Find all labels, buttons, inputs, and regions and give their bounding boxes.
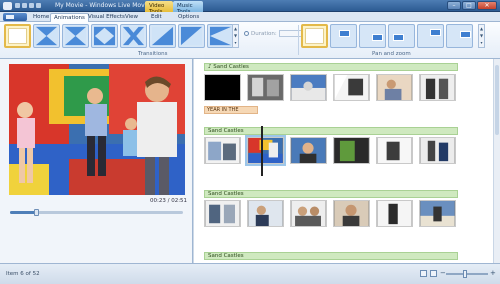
music-clip-bar[interactable]: Sand Castles — [204, 127, 458, 135]
transition-bow-tie[interactable] — [62, 24, 89, 48]
transition-none[interactable] — [4, 24, 31, 48]
preview-pane: 00:23 / 02:51 ◀❙ ❙❙ ❙▶ — [0, 59, 193, 284]
clip-thumbnail[interactable] — [419, 200, 456, 227]
seek-bar[interactable] — [10, 209, 183, 216]
pan-zoom-option-4[interactable] — [417, 24, 444, 48]
zoom-slider[interactable] — [446, 273, 488, 275]
pan-zoom-gallery — [301, 24, 473, 50]
clip-thumbnail[interactable] — [333, 74, 370, 101]
clip-thumbnail[interactable] — [376, 74, 413, 101]
maximize-button[interactable]: □ — [462, 1, 476, 10]
ribbon: ▲ ▼ ▾ Duration: Transitions ▲ ▼ ▾ Pan and zo… — [0, 22, 500, 59]
window-controls: – □ ✕ — [447, 1, 497, 10]
transition-wipe-left[interactable] — [149, 24, 176, 48]
ribbon-tabs: Home Animations Visual Effects View Edit… — [0, 12, 500, 22]
tab-options[interactable]: Options — [175, 13, 202, 22]
close-button[interactable]: ✕ — [477, 1, 497, 10]
pan-zoom-option-2[interactable] — [359, 24, 386, 48]
tab-view[interactable]: View — [122, 13, 141, 22]
clip-thumbnail[interactable] — [376, 200, 413, 227]
video-preview[interactable] — [9, 64, 185, 195]
transitions-gallery-more[interactable]: ▲ ▼ ▾ — [232, 24, 239, 48]
app-logo-icon[interactable] — [3, 2, 12, 10]
group-label-pan-zoom: Pan and zoom — [372, 51, 411, 57]
storyboard-scrollbar[interactable] — [493, 59, 500, 263]
zoom-out-icon[interactable]: − — [440, 269, 446, 277]
clip-thumbnail[interactable] — [247, 200, 284, 227]
title-bar: My Movie - Windows Live Movie Maker Vide… — [0, 0, 500, 15]
pan-zoom-option-5[interactable] — [446, 24, 473, 48]
minimize-button[interactable]: – — [447, 1, 461, 10]
clip-thumbnail[interactable] — [290, 200, 327, 227]
timecode: 00:23 / 02:51 — [150, 198, 188, 204]
pan-zoom-option-3[interactable] — [388, 24, 415, 48]
pan-zoom-gallery-more[interactable]: ▲ ▼ ▾ — [478, 24, 485, 48]
playback-indicator[interactable] — [261, 126, 263, 176]
storyboard: ♪ Sand Castles YEAR IN THE Sand Castles … — [194, 59, 494, 263]
transition-wipe-right[interactable] — [178, 24, 205, 48]
clip-thumbnail[interactable] — [204, 74, 241, 101]
clip-thumbnail[interactable] — [290, 74, 327, 101]
view-icons — [420, 270, 437, 277]
clip-thumbnail[interactable] — [333, 200, 370, 227]
transition-diagonal[interactable] — [207, 24, 234, 48]
status-item-count: Item 6 of 52 — [6, 271, 40, 277]
redo-icon[interactable] — [29, 3, 34, 8]
music-clip-bar[interactable]: ♪ Sand Castles — [204, 63, 458, 71]
clip-thumbnail[interactable] — [247, 74, 284, 101]
tab-animations[interactable]: Animations — [50, 13, 89, 22]
clip-thumbnail[interactable] — [333, 137, 370, 164]
thumbnail-size-icon[interactable] — [430, 270, 437, 277]
undo-icon[interactable] — [22, 3, 27, 8]
monitor-icon[interactable] — [420, 270, 427, 277]
clip-thumbnail[interactable] — [419, 74, 456, 101]
seek-thumb[interactable] — [33, 209, 39, 216]
duration-icon — [244, 31, 249, 36]
clip-thumbnail[interactable] — [204, 137, 241, 164]
transition-cross-fade[interactable] — [33, 24, 60, 48]
quick-access-toolbar — [15, 3, 45, 9]
context-tab-music-tools: Music Tools — [173, 1, 203, 15]
clip-thumbnail[interactable] — [419, 137, 456, 164]
pan-zoom-none[interactable] — [301, 24, 328, 48]
transitions-gallery — [4, 24, 234, 50]
status-bar: Item 6 of 52 − + — [0, 263, 500, 284]
storyboard-scroll-thumb[interactable] — [495, 65, 499, 135]
app-menu-button[interactable] — [3, 13, 27, 21]
seek-progress — [10, 211, 36, 214]
tab-home[interactable]: Home — [30, 13, 52, 22]
group-label-transitions: Transitions — [138, 51, 168, 57]
zoom-slider-thumb[interactable] — [462, 270, 467, 278]
music-clip-bar[interactable]: Sand Castles — [204, 252, 458, 260]
duration-label: Duration: — [251, 30, 277, 37]
clip-thumbnail-selected[interactable] — [245, 135, 286, 166]
zoom-in-icon[interactable]: + — [490, 269, 496, 277]
clip-thumbnail[interactable] — [204, 200, 241, 227]
customize-icon[interactable] — [36, 3, 41, 8]
transition-x[interactable] — [120, 24, 147, 48]
music-clip-bar[interactable]: Sand Castles — [204, 190, 458, 198]
context-tab-video-tools: Video Tools — [145, 1, 173, 15]
clip-thumbnail[interactable] — [290, 137, 327, 164]
save-icon[interactable] — [15, 3, 20, 8]
ribbon-separator — [298, 25, 299, 55]
transition-diamond[interactable] — [91, 24, 118, 48]
clip-thumbnail[interactable] — [376, 137, 413, 164]
caption-clip[interactable]: YEAR IN THE — [204, 106, 258, 114]
tab-edit[interactable]: Edit — [148, 13, 165, 22]
pan-zoom-option-1[interactable] — [330, 24, 357, 48]
